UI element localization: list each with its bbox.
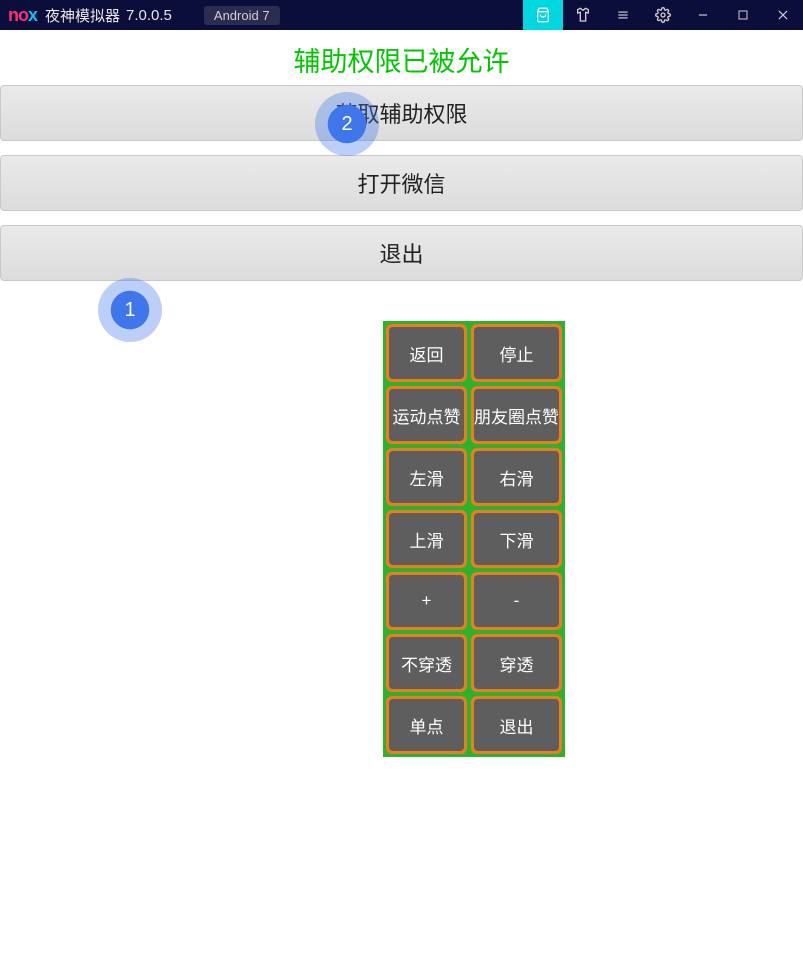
- window-controls: [523, 0, 803, 30]
- android-badge: Android 7: [204, 6, 280, 25]
- swipe-down-button[interactable]: 下滑: [474, 513, 559, 565]
- moments-like-button[interactable]: 朋友圈点赞: [474, 389, 559, 441]
- no-passthrough-button[interactable]: 不穿透: [389, 637, 464, 689]
- floating-control-panel: 返回 停止 运动点赞 朋友圈点赞 左滑 右滑 上滑 下滑 + - 不穿透 穿透 …: [383, 321, 565, 757]
- maximize-icon[interactable]: [723, 0, 763, 30]
- swipe-right-button[interactable]: 右滑: [474, 451, 559, 503]
- gear-icon[interactable]: [643, 0, 683, 30]
- stop-button[interactable]: 停止: [474, 327, 559, 379]
- minus-button[interactable]: -: [474, 575, 559, 627]
- minimize-icon[interactable]: [683, 0, 723, 30]
- exit-button[interactable]: 退出: [0, 225, 803, 281]
- open-wechat-button[interactable]: 打开微信: [0, 155, 803, 211]
- step-badge-2: 2: [315, 92, 379, 156]
- close-icon[interactable]: [763, 0, 803, 30]
- step-badge-1: 1: [98, 278, 162, 342]
- panel-exit-button[interactable]: 退出: [474, 699, 559, 751]
- app-name: 夜神模拟器: [45, 5, 120, 26]
- get-accessibility-button[interactable]: 获取辅助权限: [0, 85, 803, 141]
- menu-icon[interactable]: [603, 0, 643, 30]
- sport-like-button[interactable]: 运动点赞: [389, 389, 464, 441]
- plus-button[interactable]: +: [389, 575, 464, 627]
- passthrough-button[interactable]: 穿透: [474, 637, 559, 689]
- accessibility-status: 辅助权限已被允许: [0, 40, 803, 79]
- shopping-bag-icon[interactable]: [523, 0, 563, 30]
- shirt-icon[interactable]: [563, 0, 603, 30]
- single-tap-button[interactable]: 单点: [389, 699, 464, 751]
- swipe-left-button[interactable]: 左滑: [389, 451, 464, 503]
- back-button[interactable]: 返回: [389, 327, 464, 379]
- app-version: 7.0.0.5: [126, 7, 172, 24]
- logo-part2: x: [28, 5, 37, 25]
- swipe-up-button[interactable]: 上滑: [389, 513, 464, 565]
- logo-part1: no: [8, 5, 28, 25]
- nox-logo: nox: [8, 5, 37, 26]
- emulator-titlebar: nox 夜神模拟器 7.0.0.5 Android 7: [0, 0, 803, 30]
